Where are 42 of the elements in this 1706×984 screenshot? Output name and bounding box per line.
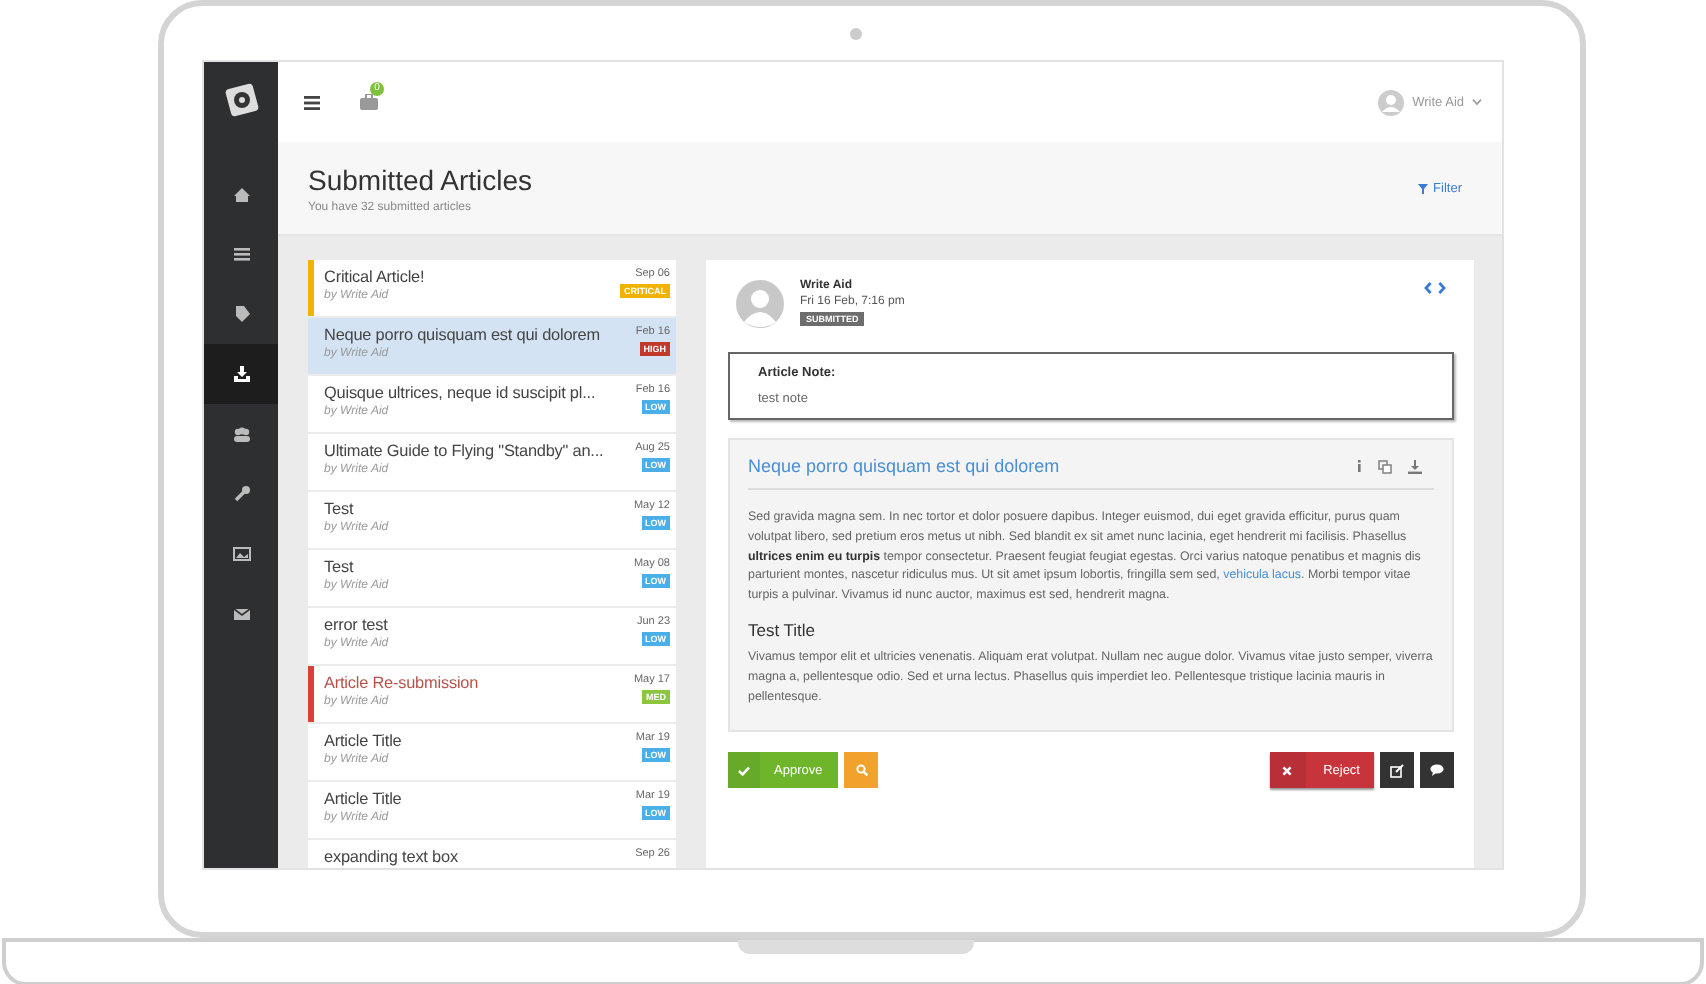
comment-button[interactable] — [1420, 752, 1454, 789]
article-title: Article Title — [324, 732, 402, 750]
edit-icon — [1390, 763, 1404, 778]
article-title: Critical Article! — [324, 268, 425, 286]
article-title: Test — [324, 500, 356, 518]
list-icon — [231, 244, 251, 264]
camera-dot — [850, 28, 862, 40]
users-icon — [231, 424, 251, 444]
inbox-download-icon — [231, 364, 251, 384]
copy-icon[interactable] — [1378, 459, 1392, 473]
article-title: Article Re-submission — [324, 674, 479, 692]
avatar-icon — [1378, 89, 1405, 115]
article-title: Article Title — [324, 790, 402, 808]
article-title: Neque porro quisquam est qui dolorem — [324, 326, 600, 344]
speech-bubble-icon — [1430, 764, 1444, 777]
avatar-icon — [736, 280, 784, 328]
article-title: error test — [324, 616, 389, 634]
envelope-icon — [231, 604, 251, 624]
page-title: Submitted Articles — [308, 163, 533, 195]
check-icon — [738, 765, 750, 776]
image-icon — [231, 544, 251, 564]
article-title: Quisque ultrices, neque id suscipit pl... — [324, 384, 596, 402]
article-title: expanding text box — [324, 848, 458, 866]
sidebar-item[interactable] — [204, 344, 278, 404]
tag-icon — [231, 304, 251, 324]
chevron-down-icon — [1472, 98, 1482, 106]
edit-button[interactable] — [1380, 752, 1414, 789]
filter-icon — [1417, 183, 1428, 193]
article-heading: Neque porro quisquam est qui dolorem — [748, 456, 1060, 476]
download-icon[interactable] — [1408, 459, 1422, 473]
menu-icon[interactable] — [304, 95, 320, 109]
x-icon — [1282, 765, 1293, 776]
article-subheading: Test Title — [748, 619, 818, 640]
info-icon[interactable] — [1356, 460, 1362, 472]
home-icon — [231, 184, 251, 204]
wrench-icon — [231, 484, 251, 504]
briefcase-icon[interactable] — [360, 94, 378, 110]
chevron-left-icon[interactable] — [1424, 282, 1432, 294]
article-title: Ultimate Guide to Flying "Standby" an... — [324, 442, 604, 460]
article-title: Test — [324, 558, 356, 576]
chevron-right-icon[interactable] — [1438, 282, 1446, 294]
search-icon — [855, 764, 868, 777]
